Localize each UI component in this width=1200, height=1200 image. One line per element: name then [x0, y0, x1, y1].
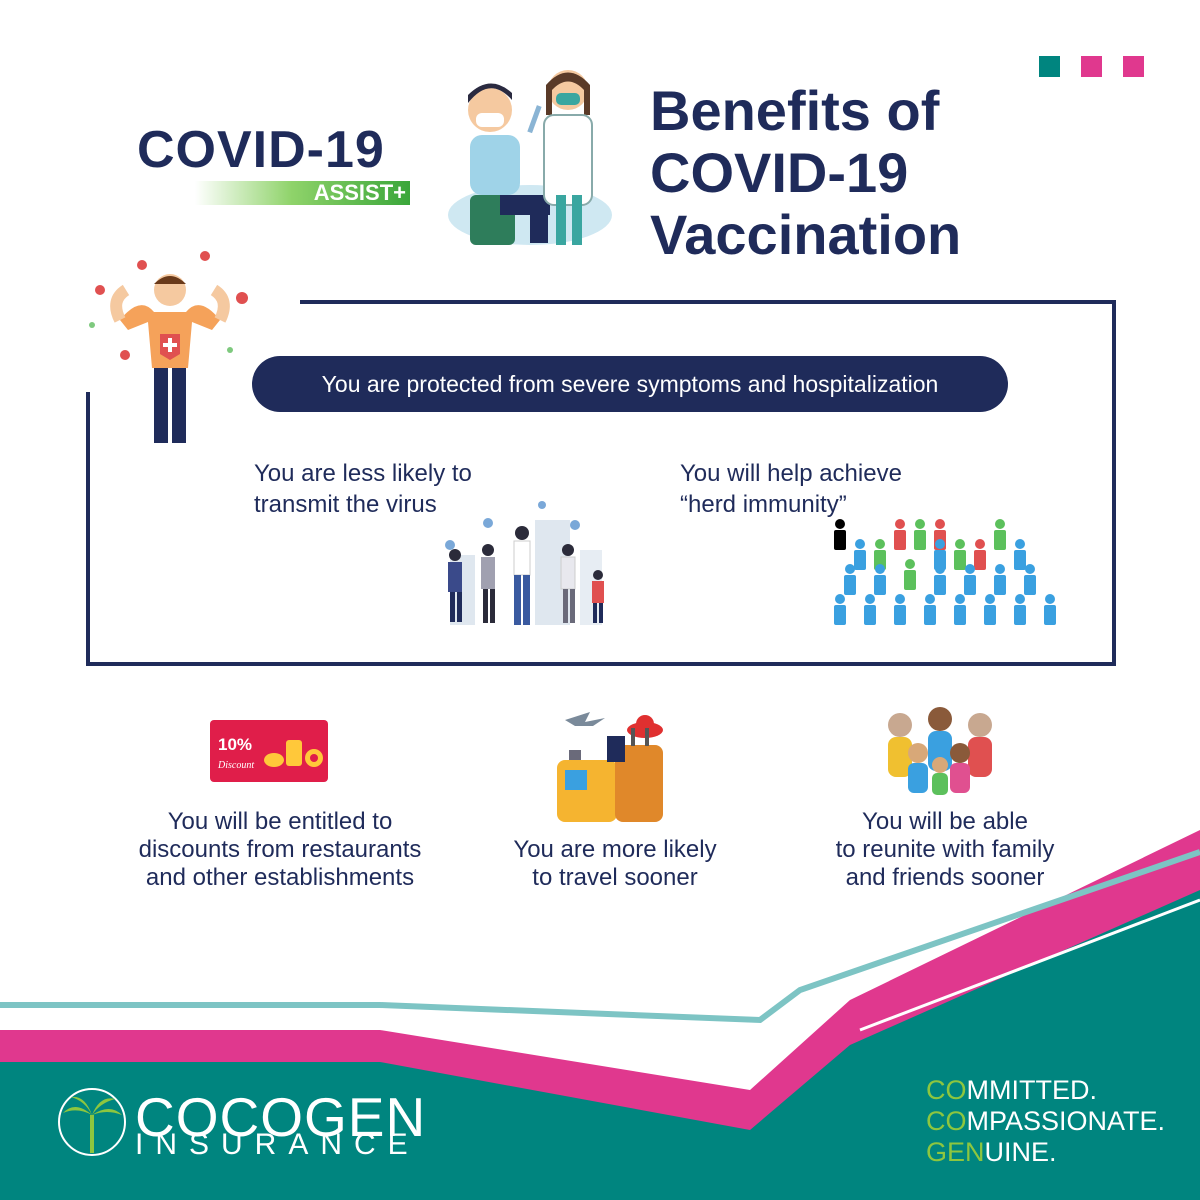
strong-man-illustration: [89, 251, 248, 443]
transmit-text-line-1: You are less likely to: [254, 460, 472, 487]
palm-tree-logo-icon: [58, 1088, 126, 1156]
vaccination-illustration: [448, 70, 612, 245]
city-people-illustration: [445, 501, 604, 625]
covid-assist-logo-sub: ASSIST+: [313, 180, 406, 205]
page-title: Benefits of COVID-19 Vaccination: [650, 80, 961, 266]
protection-highlight: You are protected from severe symptoms a…: [252, 356, 1008, 412]
cocogen-brand-sub: INSURANCE: [135, 1128, 420, 1161]
tagline-rest: MPASSIONATE.: [966, 1106, 1166, 1136]
decor-dot-magenta: [1081, 56, 1102, 77]
tagline-line-2: COMPASSIONATE.: [926, 1106, 1165, 1137]
discount-card-icon: 10% Discount: [210, 720, 328, 782]
luggage-icon: [557, 712, 663, 822]
title-line-1: Benefits of: [650, 79, 940, 142]
discount-percent: 10%: [218, 735, 252, 754]
decor-dot-magenta-2: [1123, 56, 1144, 77]
tagline-accent: CO: [926, 1075, 967, 1105]
title-line-3: Vaccination: [650, 203, 962, 266]
tagline-accent: GEN: [926, 1137, 985, 1167]
tagline: COMMITTED. COMPASSIONATE. GENUINE.: [926, 1075, 1165, 1168]
tagline-accent: CO: [926, 1106, 967, 1136]
herd-immunity-crowd-illustration: [834, 519, 1056, 625]
family-icon: [888, 707, 992, 795]
herd-immunity-text-line-1: You will help achieve: [680, 460, 902, 487]
herd-immunity-text: You will help achieve “herd immunity”: [680, 458, 902, 520]
tagline-line-3: GENUINE.: [926, 1137, 1165, 1168]
discount-script: Discount: [217, 760, 254, 771]
tagline-rest: MMITTED.: [966, 1075, 1097, 1105]
tagline-line-1: COMMITTED.: [926, 1075, 1165, 1106]
tagline-rest: UINE.: [984, 1137, 1057, 1167]
decor-dot-teal: [1039, 56, 1060, 77]
title-line-2: COVID-19: [650, 141, 909, 204]
herd-immunity-text-line-2: “herd immunity”: [680, 491, 847, 518]
covid-assist-logo-text: COVID-19: [137, 121, 385, 179]
